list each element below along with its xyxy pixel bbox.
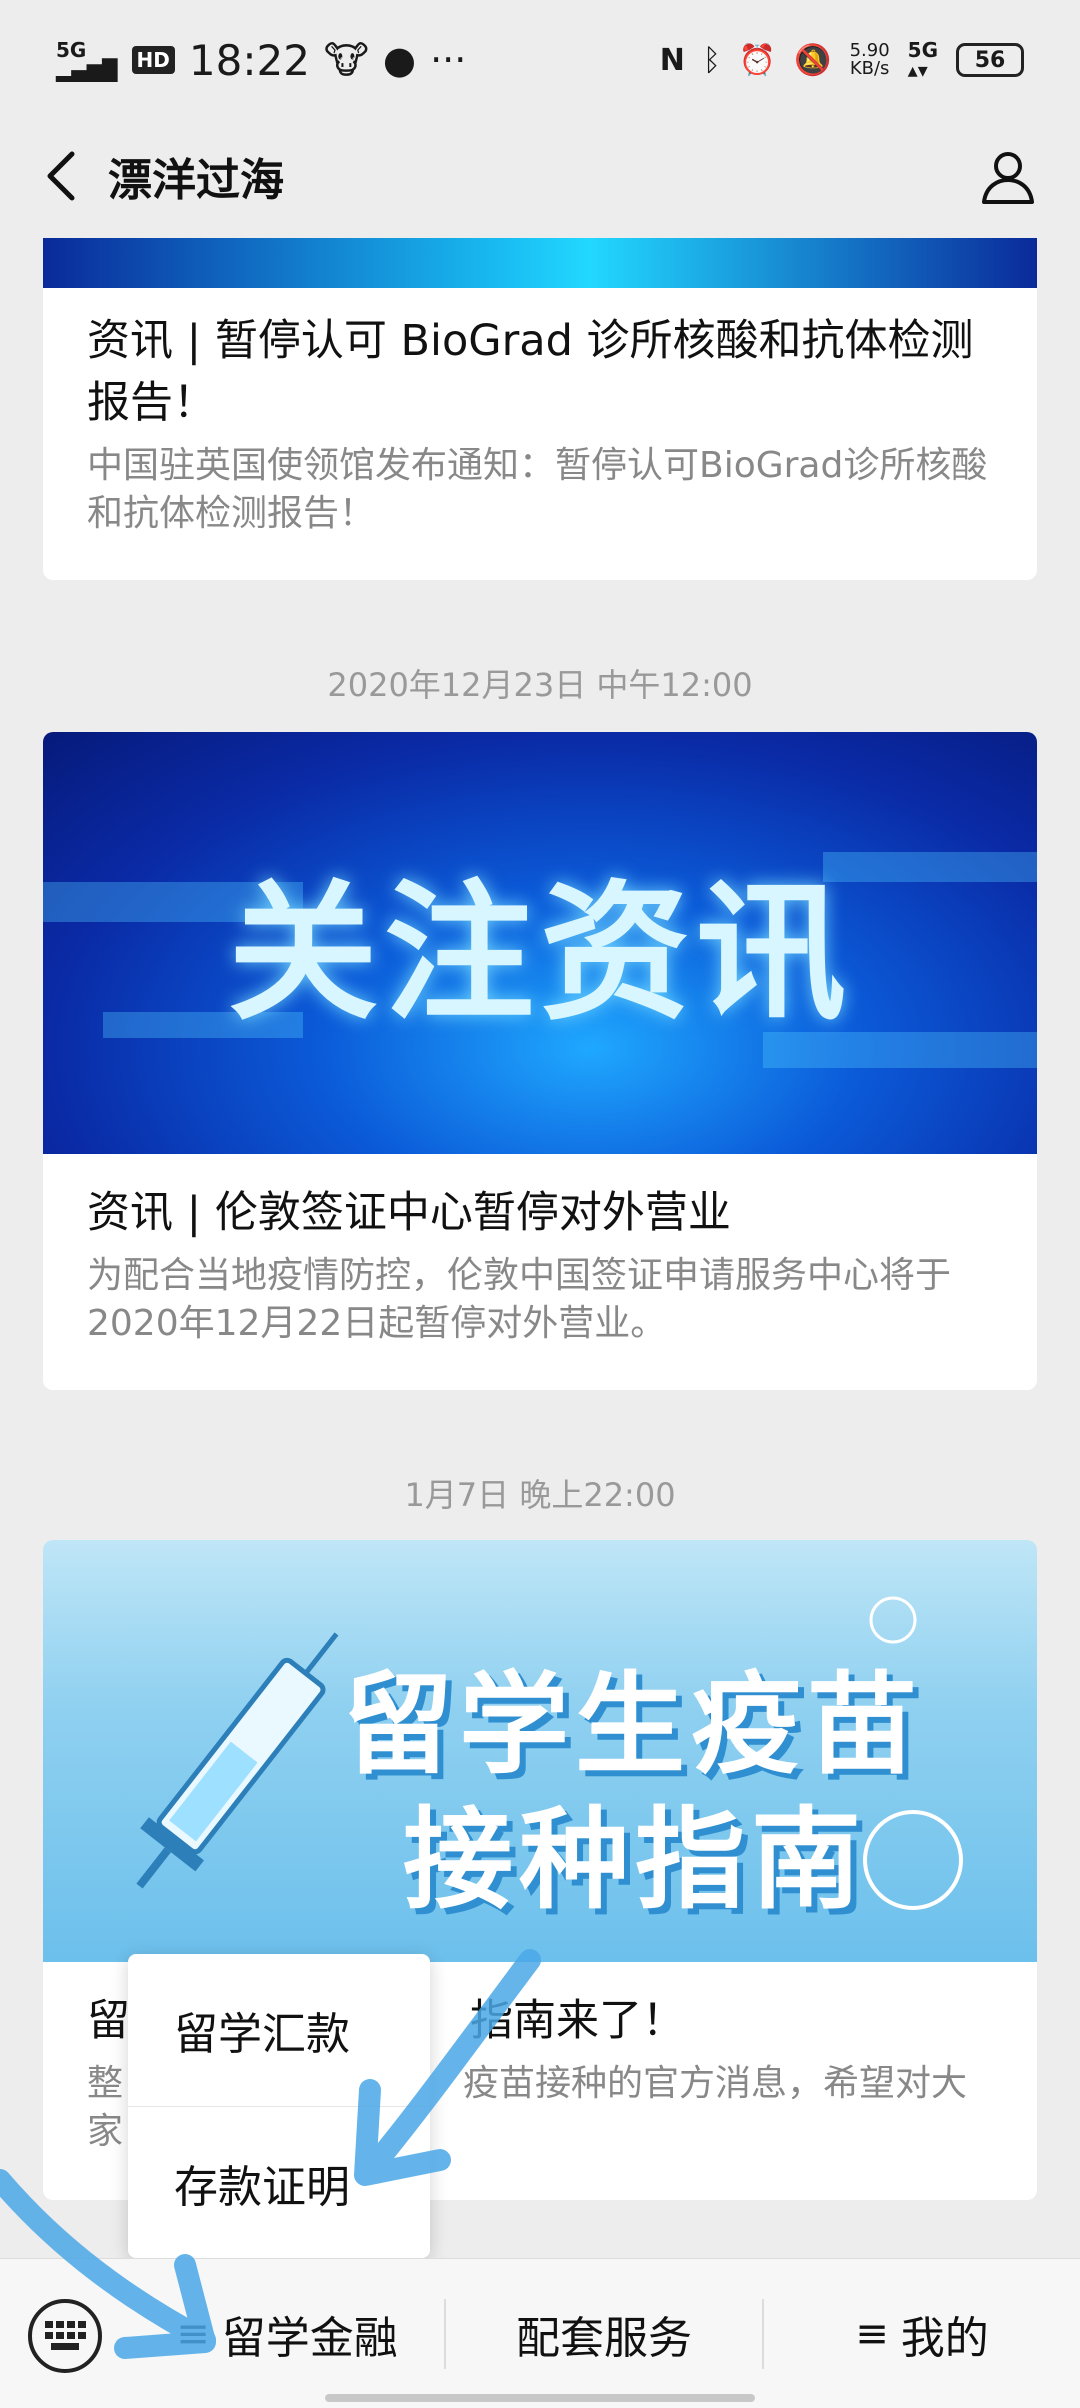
page-title: 漂洋过海 (108, 155, 284, 206)
article-summary: 为配合当地疫情防控，伦敦中国签证申请服务中心将于2020年12月22日起暂停对外… (87, 1255, 952, 1344)
bottom-menu-bar: ≡ 留学金融 配套服务 ≡ 我的 (0, 2258, 1080, 2408)
nfc-icon: N (659, 42, 685, 78)
article-card[interactable]: 关注资讯 资讯 | 伦敦签证中心暂停对外营业 为配合当地疫情防控，伦敦中国签证申… (43, 732, 1037, 1390)
menu-tab-label: 配套服务 (516, 2313, 692, 2364)
menu-tab-services[interactable]: 配套服务 (446, 2259, 762, 2408)
menu-item-deposit-certificate[interactable]: 存款证明 (128, 2106, 430, 2258)
status-time: 18:22 (188, 35, 310, 85)
menu-icon: ≡ (176, 2311, 210, 2357)
menu-tab-study-finance[interactable]: ≡ 留学金融 (132, 2259, 442, 2408)
article-title: 资讯 | 暂停认可 BioGrad 诊所核酸和抗体检测报告！ (87, 316, 974, 428)
network-speed-unit: KB/s (849, 58, 890, 79)
battery-level: 56 (974, 47, 1006, 73)
message-timestamp: 2020年12月23日 中午12:00 (327, 666, 753, 704)
home-indicator[interactable] (325, 2394, 755, 2402)
mute-icon: 🔕 (794, 42, 832, 78)
article-summary-end: 疫苗接种的官方消息，希望对大 (463, 2063, 968, 2104)
article-summary: 中国驻英国使领馆发布通知：暂停认可BioGrad诊所核酸和抗体检测报告！ (87, 445, 988, 534)
keyboard-icon (45, 2321, 86, 2350)
article-summary-start: 整 (87, 2063, 124, 2104)
battery-icon: 56 (956, 43, 1024, 77)
profile-icon[interactable] (976, 144, 1040, 208)
submenu-popup: 留学汇款 存款证明 (128, 1954, 430, 2258)
status-right: N ᛒ ⏰ 🔕 5.90 KB/s 5G ▴▾ 56 (660, 40, 1024, 80)
alarm-icon: ⏰ (738, 42, 777, 78)
chat-notification-icon: ● (382, 38, 417, 82)
article-title-end: 指南来了！ (470, 1996, 685, 2046)
network-type-2: 5G (907, 38, 938, 62)
article-banner: 留学生疫苗 接种指南 (43, 1540, 1037, 1962)
syringe-icon (136, 1632, 339, 1889)
article-title-start: 留 (87, 1996, 130, 2046)
app-notification-icon: 🐮 (323, 38, 369, 82)
status-bar: 5G ▂▄▆█ HD 18:22 🐮 ● ··· N ᛒ ⏰ 🔕 5.90 KB/… (0, 0, 1080, 120)
network-speed: 5.90 KB/s (850, 42, 890, 78)
banner-headline-line2: 接种指南 (403, 1796, 867, 1924)
menu-tab-label: 留学金融 (221, 2313, 398, 2364)
hd-icon: HD (131, 46, 175, 74)
network-type: 5G (56, 38, 87, 62)
nav-bar: 漂洋过海 (0, 120, 1080, 230)
article-banner: 关注资讯 (43, 732, 1037, 1154)
article-card[interactable]: 资讯 | 暂停认可 BioGrad 诊所核酸和抗体检测报告！ 中国驻英国使领馆发… (43, 238, 1037, 580)
menu-tab-label: 我的 (900, 2313, 989, 2364)
signal-icon: 5G ▂▄▆█ (56, 38, 118, 82)
back-arrow-icon[interactable] (34, 146, 94, 206)
article-banner (43, 238, 1037, 288)
menu-item-remittance[interactable]: 留学汇款 (128, 1954, 430, 2106)
more-notifications-icon: ··· (430, 38, 467, 82)
bluetooth-icon: ᛒ (702, 42, 721, 78)
signal-5g-icon: 5G ▴▾ (907, 38, 938, 82)
status-left: 5G ▂▄▆█ HD 18:22 🐮 ● ··· (56, 36, 466, 85)
menu-icon: ≡ (855, 2311, 889, 2357)
message-timestamp: 1月7日 晚上22:00 (404, 1476, 676, 1514)
banner-headline: 关注资讯 (227, 867, 852, 1041)
bubble-decoration (863, 1810, 963, 1910)
keyboard-toggle-button[interactable] (28, 2299, 102, 2373)
article-title: 资讯 | 伦敦签证中心暂停对外营业 (87, 1188, 731, 1238)
menu-tab-mine[interactable]: ≡ 我的 (764, 2259, 1080, 2408)
article-summary-line2: 家 (87, 2111, 124, 2152)
